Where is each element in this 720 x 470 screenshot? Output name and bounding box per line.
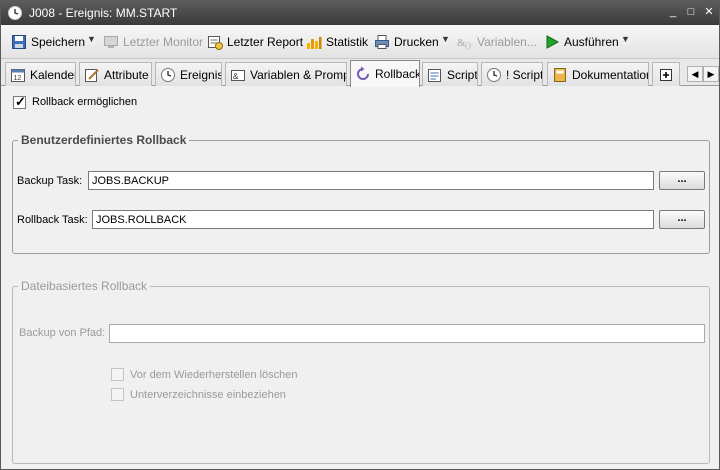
- statistics-label: Statistik: [326, 35, 369, 49]
- tab-calendar-label: Kalender: [30, 67, 76, 82]
- tab-script[interactable]: Script: [422, 62, 478, 86]
- enable-rollback-checkbox[interactable]: ✓: [13, 94, 26, 109]
- print-label: Drucken: [394, 35, 439, 49]
- file-rollback-title: Dateibasiertes Rollback: [18, 279, 151, 293]
- clock-icon: [487, 67, 501, 82]
- print-button[interactable]: Drucken: [374, 32, 439, 52]
- backup-task-browse-button[interactable]: ...: [659, 171, 705, 190]
- svg-text:&: &: [233, 72, 239, 81]
- close-button[interactable]: ✕: [702, 5, 716, 19]
- custom-rollback-group: [12, 140, 710, 254]
- last-report-button[interactable]: Letzter Report: [207, 32, 303, 52]
- tab-variables-prompts-label: Variablen & Prompts: [250, 67, 346, 82]
- last-monitor-button[interactable]: Letzter Monitor: [103, 32, 203, 52]
- last-report-label: Letzter Report: [227, 35, 304, 49]
- printer-icon: [375, 35, 389, 49]
- svg-text:12: 12: [14, 75, 22, 82]
- rollback-task-browse-button[interactable]: ...: [659, 210, 705, 229]
- add-tab-icon: [660, 68, 672, 81]
- tab-scroll-left-button[interactable]: ◀: [687, 66, 703, 82]
- tab-event-label: Ereignis: [180, 67, 222, 82]
- tab-documentation[interactable]: Dokumentation: [547, 62, 649, 86]
- rollback-task-input[interactable]: JOBS.ROLLBACK: [92, 210, 654, 229]
- variables-icon: &(): [457, 37, 471, 50]
- last-monitor-label: Letzter Monitor: [123, 35, 204, 49]
- tab-calendar[interactable]: 12 Kalender: [5, 62, 76, 86]
- backup-path-label: Backup von Pfad:: [19, 327, 106, 339]
- rollback-icon: [357, 66, 369, 80]
- delete-before-restore-checkbox[interactable]: [111, 368, 124, 381]
- tab-documentation-label: Dokumentation: [572, 67, 649, 82]
- backup-path-input[interactable]: [109, 324, 705, 343]
- play-icon: [546, 35, 560, 49]
- save-label: Speichern: [31, 35, 86, 49]
- tab-attributes[interactable]: Attribute: [79, 62, 152, 86]
- tab-excl-script[interactable]: ! Script: [481, 62, 543, 86]
- monitor-icon: [104, 36, 118, 48]
- custom-rollback-title: Benutzerdefiniertes Rollback: [18, 133, 190, 147]
- statistics-button[interactable]: Statistik: [306, 32, 368, 52]
- attributes-icon: [85, 68, 99, 82]
- calendar-icon: 12: [11, 68, 25, 82]
- checkmark-icon: ✓: [15, 94, 26, 109]
- rollback-panel: ✓ Rollback ermöglichen Benutzerdefiniert…: [1, 87, 719, 469]
- tab-event[interactable]: Ereignis: [155, 62, 222, 86]
- event-clock-icon: [8, 6, 22, 20]
- statistics-icon: [307, 37, 322, 49]
- tab-rollback[interactable]: Rollback: [350, 60, 420, 87]
- maximize-button[interactable]: □: [684, 5, 698, 19]
- tab-bar: 12 Kalender Attribute Ereignis & Variabl…: [1, 59, 719, 87]
- delete-before-restore-label: Vor dem Wiederherstellen löschen: [130, 369, 298, 381]
- editor-window: J008 - Ereignis: MM.START _ □ ✕ Speicher…: [0, 0, 720, 470]
- add-tab-button[interactable]: [652, 62, 680, 86]
- clock-icon: [161, 67, 175, 82]
- print-dropdown-arrow[interactable]: ▼: [441, 34, 450, 44]
- variables-button[interactable]: &() Variablen...: [457, 32, 537, 52]
- window-title: J008 - Ereignis: MM.START: [29, 6, 178, 20]
- book-icon: [554, 67, 566, 82]
- toolbar: Speichern ▼ Letzter Monitor Letzter Repo…: [1, 25, 719, 59]
- tab-attributes-label: Attribute: [104, 67, 149, 82]
- report-icon: [208, 36, 223, 50]
- svg-text:(): (): [465, 40, 471, 50]
- enable-rollback-label: Rollback ermöglichen: [32, 96, 138, 108]
- variables-prompts-icon: &: [231, 69, 245, 81]
- execute-label: Ausführen: [564, 35, 619, 49]
- tab-scroll-right-button[interactable]: ▶: [703, 66, 719, 82]
- save-button[interactable]: Speichern: [11, 32, 85, 52]
- title-bar[interactable]: J008 - Ereignis: MM.START _ □ ✕: [1, 1, 719, 25]
- tab-rollback-label: Rollback: [375, 67, 420, 81]
- execute-dropdown-arrow[interactable]: ▼: [621, 34, 630, 44]
- variables-label: Variablen...: [477, 35, 537, 49]
- backup-task-input[interactable]: JOBS.BACKUP: [88, 171, 654, 190]
- backup-task-label: Backup Task:: [17, 175, 83, 187]
- tab-script-label: Script: [447, 67, 478, 82]
- save-dropdown-arrow[interactable]: ▼: [87, 34, 96, 44]
- script-icon: [428, 68, 441, 82]
- execute-button[interactable]: Ausführen: [544, 32, 619, 52]
- tab-excl-script-label: ! Script: [506, 67, 543, 82]
- minimize-button[interactable]: _: [666, 5, 680, 19]
- include-subdirs-label: Unterverzeichnisse einbeziehen: [130, 389, 286, 401]
- include-subdirs-checkbox[interactable]: [111, 388, 124, 401]
- save-icon: [12, 35, 26, 49]
- rollback-task-label: Rollback Task:: [17, 214, 88, 226]
- tab-variables-prompts[interactable]: & Variablen & Prompts: [225, 62, 347, 86]
